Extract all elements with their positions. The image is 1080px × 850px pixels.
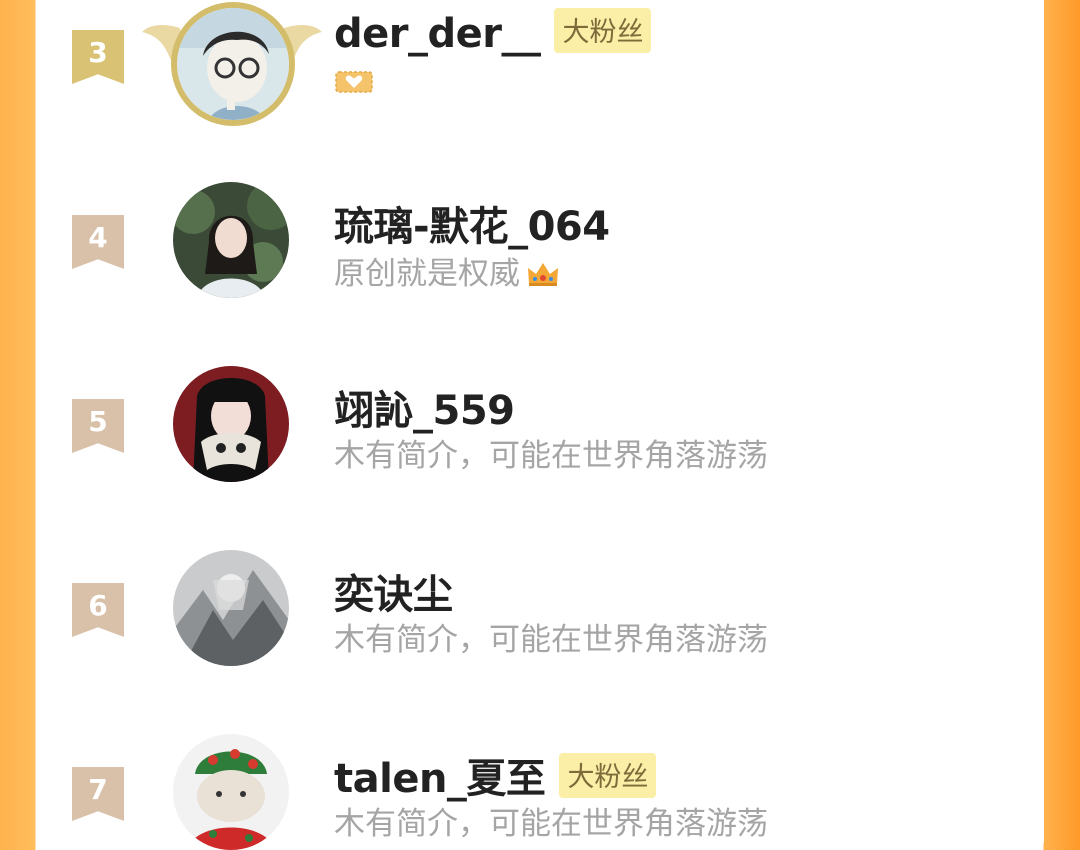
list-item[interactable]: 4 琉璃-默花_064 原创就是权威 xyxy=(36,182,1044,322)
username[interactable]: der_der__ 大粉丝 xyxy=(334,8,652,57)
rank-badge: 4 xyxy=(72,215,124,269)
username[interactable]: 奕诀尘 xyxy=(334,562,453,620)
list-item[interactable]: 7 talen_夏至 大粉丝 木有简介，可能在世界角落游荡 xyxy=(36,734,1044,850)
big-fan-badge: 大粉丝 xyxy=(554,8,652,53)
user-bio: 木有简介，可能在世界角落游荡 xyxy=(334,438,768,474)
big-fan-badge: 大粉丝 xyxy=(559,753,657,798)
avatar[interactable] xyxy=(173,734,289,850)
list-item[interactable]: 6 奕诀尘 木有简介，可能在世界角落游荡 xyxy=(36,550,1044,690)
fan-heart-icon xyxy=(335,71,373,93)
rank-badge: 6 xyxy=(72,583,124,637)
crown-icon xyxy=(528,263,558,286)
list-item[interactable]: 5 翊訫_559 木有简介，可能在世界角落游荡 xyxy=(36,366,1044,506)
username[interactable]: 琉璃-默花_064 xyxy=(334,194,610,252)
rank-badge: 3 xyxy=(72,30,124,84)
avatar[interactable] xyxy=(173,366,289,482)
username[interactable]: 翊訫_559 xyxy=(334,378,515,436)
bio-text: 原创就是权威 xyxy=(334,256,520,292)
user-bio: 原创就是权威 xyxy=(334,248,560,293)
username-text: 奕诀尘 xyxy=(334,572,453,618)
avatar[interactable] xyxy=(171,2,295,126)
user-bio: 木有简介，可能在世界角落游荡 xyxy=(334,806,768,842)
username-text: der_der__ xyxy=(334,11,541,57)
fan-ranking-card: 3 der_der__ 大粉丝 4 琉璃-默花_064 原创就是权威 5 翊訫_… xyxy=(36,0,1044,850)
avatar[interactable] xyxy=(173,182,289,298)
avatar[interactable] xyxy=(173,550,289,666)
rank-badge: 7 xyxy=(72,767,124,821)
username-text: talen_夏至 xyxy=(334,756,546,802)
username-text: 翊訫_559 xyxy=(334,388,515,434)
username-text: 琉璃-默花_064 xyxy=(334,204,610,250)
username[interactable]: talen_夏至 大粉丝 xyxy=(334,746,657,804)
rank-badge: 5 xyxy=(72,399,124,453)
list-item[interactable]: 3 der_der__ 大粉丝 xyxy=(36,0,1044,140)
user-bio: 木有简介，可能在世界角落游荡 xyxy=(334,622,768,658)
